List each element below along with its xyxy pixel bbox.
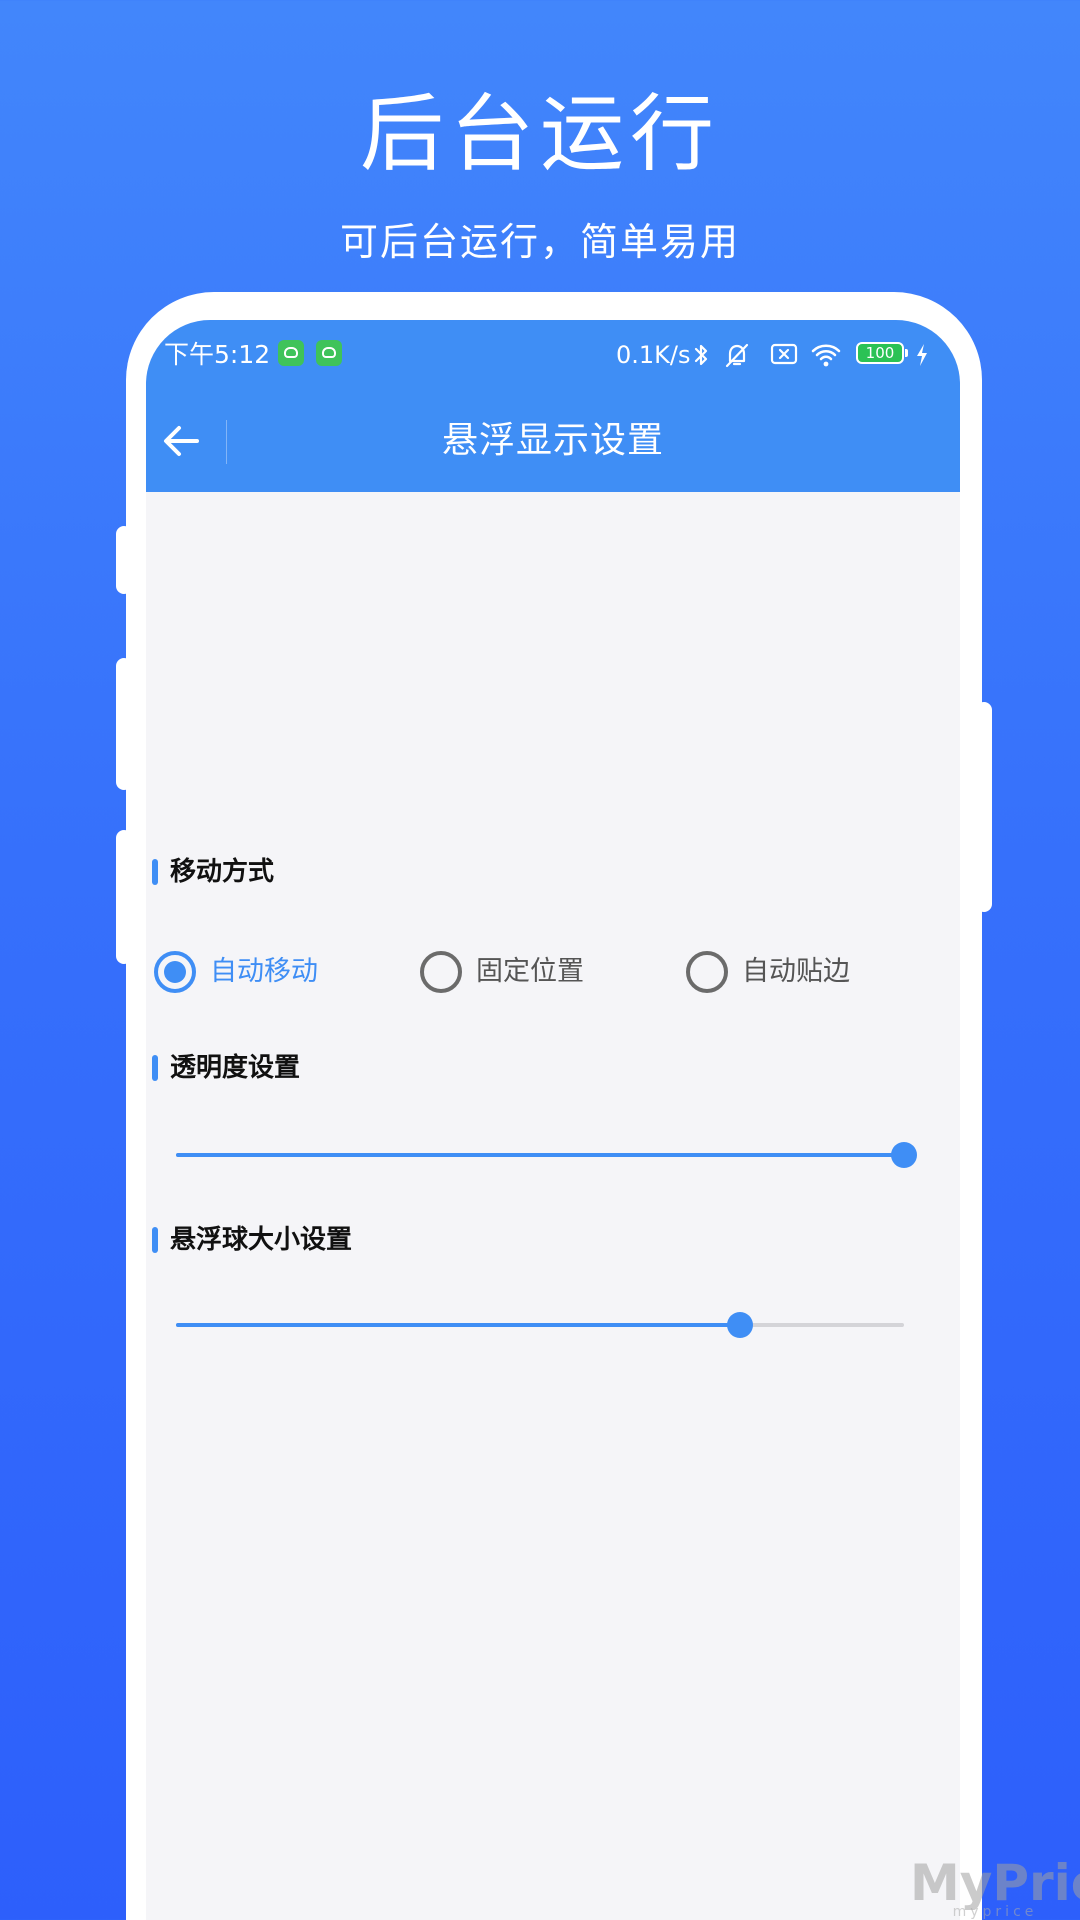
notification-app-icon xyxy=(278,340,304,366)
radio-label: 自动移动 xyxy=(210,956,318,987)
section-accent-bar xyxy=(152,1227,158,1253)
section-accent-bar xyxy=(152,859,158,885)
promo-subtitle: 可后台运行，简单易用 xyxy=(339,220,740,264)
mute-bell-icon xyxy=(722,342,752,374)
app-bar: 下午5:12 0.1K/s 100 悬浮显示设置 xyxy=(146,320,960,492)
notification-app-icon xyxy=(316,340,342,366)
battery-indicator: 100 xyxy=(856,342,908,364)
ball-size-slider[interactable] xyxy=(176,1310,904,1340)
bluetooth-icon xyxy=(692,342,710,374)
watermark-subtext: myprice xyxy=(952,1904,1038,1920)
radio-label: 自动贴边 xyxy=(742,956,850,987)
network-speed: 0.1K/s xyxy=(616,341,691,369)
slider-fill xyxy=(176,1153,904,1157)
radio-auto-move[interactable]: 自动移动 xyxy=(154,948,318,996)
slider-thumb[interactable] xyxy=(727,1312,754,1338)
opacity-slider[interactable] xyxy=(176,1140,917,1170)
radio-fixed-position[interactable]: 固定位置 xyxy=(420,948,584,996)
section-accent-bar xyxy=(152,1055,158,1081)
status-bar: 下午5:12 0.1K/s 100 xyxy=(146,320,960,390)
watermark-logo: MyPrice xyxy=(910,1856,1080,1910)
section-ball-size-header: 悬浮球大小设置 xyxy=(152,1224,352,1256)
section-label: 悬浮球大小设置 xyxy=(170,1225,353,1255)
charging-icon xyxy=(914,342,930,374)
radio-circle xyxy=(154,951,196,993)
section-label: 移动方式 xyxy=(170,857,275,887)
section-opacity-header: 透明度设置 xyxy=(152,1052,300,1084)
radio-circle xyxy=(420,951,462,993)
section-label: 透明度设置 xyxy=(170,1053,301,1083)
no-sim-icon xyxy=(770,342,798,372)
radio-circle xyxy=(686,951,728,993)
phone-screen: 下午5:12 0.1K/s 100 悬浮显示设置 移动方式 自动移动 固定位置 … xyxy=(146,320,960,1920)
slider-fill xyxy=(176,1323,741,1327)
promo-title: 后台运行 xyxy=(359,85,720,183)
wifi-icon xyxy=(810,342,842,374)
slider-thumb[interactable] xyxy=(891,1142,917,1168)
radio-auto-snap-edge[interactable]: 自动贴边 xyxy=(686,948,850,996)
status-time: 下午5:12 xyxy=(164,340,271,369)
radio-label: 固定位置 xyxy=(476,956,584,987)
page-title: 悬浮显示设置 xyxy=(441,420,664,461)
section-move-mode-header: 移动方式 xyxy=(152,856,274,888)
move-mode-radio-group: 自动移动 固定位置 自动贴边 xyxy=(154,948,954,996)
